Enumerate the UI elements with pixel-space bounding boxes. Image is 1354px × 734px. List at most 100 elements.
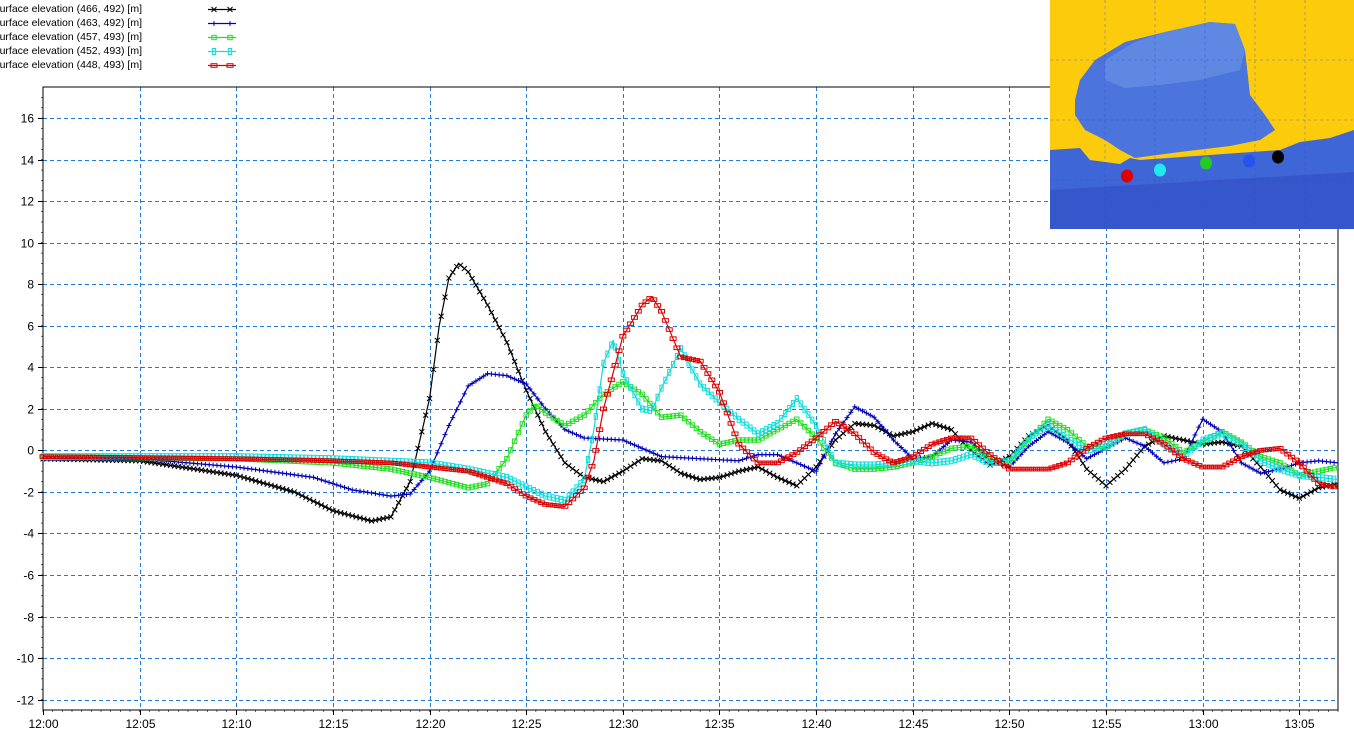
legend-swatch: [208, 6, 236, 13]
data-marker: [334, 482, 340, 488]
data-marker: [573, 468, 580, 475]
data-marker: [569, 465, 576, 472]
data-marker: [558, 453, 564, 460]
data-marker: [260, 468, 266, 474]
y-tick-label: 4: [27, 361, 34, 375]
data-marker: [395, 499, 402, 506]
legend: Surface elevation (466, 492) [m] Surface…: [0, 0, 260, 80]
y-tick-label: 16: [21, 112, 35, 126]
data-marker: [1165, 459, 1171, 465]
data-marker: [476, 288, 483, 295]
x-tick-label: 13:00: [1188, 717, 1218, 731]
y-tick-label: 12: [21, 195, 35, 209]
data-marker: [264, 468, 270, 474]
data-marker: [538, 420, 545, 427]
data-marker: [380, 492, 386, 498]
gauge-point-black: [1272, 150, 1284, 164]
data-marker: [330, 481, 336, 487]
data-marker: [349, 487, 355, 493]
data-marker: [465, 268, 472, 275]
data-marker: [227, 21, 233, 26]
y-tick-label: 6: [27, 320, 34, 334]
data-marker: [562, 460, 568, 466]
data-marker: [249, 466, 255, 472]
gauge-point-blue: [1243, 154, 1255, 168]
y-tick-label: -2: [23, 486, 34, 500]
data-marker: [473, 282, 479, 288]
data-marker: [511, 358, 518, 365]
data-marker: [446, 422, 452, 428]
data-marker: [550, 441, 557, 448]
data-marker: [1331, 459, 1337, 465]
data-marker: [740, 457, 746, 463]
data-marker: [403, 485, 410, 492]
data-marker: [1173, 457, 1179, 463]
x-tick-label: 12:40: [801, 717, 831, 731]
x-tick-label: 12:15: [318, 717, 348, 731]
legend-swatch: [208, 21, 236, 26]
legend-item[interactable]: Surface elevation (466, 492) [m]: [0, 2, 260, 16]
data-marker: [449, 269, 456, 276]
data-marker: [369, 490, 375, 496]
data-marker: [1192, 432, 1198, 438]
data-marker: [284, 471, 290, 477]
legend-item[interactable]: Surface elevation (448, 493) [m]: [0, 58, 260, 72]
inset-map: [1050, 0, 1354, 229]
x-tick-label: 12:05: [125, 717, 155, 731]
data-marker: [438, 441, 444, 447]
data-marker: [280, 470, 286, 476]
legend-label: Surface elevation (463, 492) [m]: [0, 17, 142, 29]
gauge-point-green: [1200, 156, 1212, 170]
data-marker: [237, 465, 243, 471]
data-marker: [268, 469, 274, 475]
data-marker: [504, 339, 510, 346]
y-tick-label: 8: [27, 278, 34, 292]
data-marker: [345, 486, 351, 492]
data-marker: [527, 395, 533, 402]
data-marker: [391, 506, 398, 513]
data-marker: [295, 472, 301, 478]
data-marker: [245, 466, 251, 472]
data-marker: [361, 489, 367, 495]
data-marker: [484, 302, 491, 308]
y-tick-label: -10: [17, 652, 35, 666]
data-marker: [322, 478, 328, 484]
x-tick-label: 12:30: [608, 717, 638, 731]
data-marker: [442, 432, 448, 438]
data-marker: [450, 415, 456, 421]
data-marker: [507, 349, 514, 355]
y-tick-label: 0: [27, 444, 34, 458]
data-marker: [276, 470, 282, 476]
legend-label: Surface elevation (457, 493) [m]: [0, 31, 142, 43]
y-tick-label: 2: [27, 403, 34, 417]
data-marker: [318, 477, 324, 483]
data-marker: [372, 491, 378, 497]
data-marker: [457, 399, 463, 405]
legend-swatch: [208, 34, 236, 41]
data-marker: [272, 469, 278, 475]
data-marker: [500, 332, 506, 338]
legend-item[interactable]: Surface elevation (452, 493) [m]: [0, 44, 260, 58]
legend-item[interactable]: Surface elevation (463, 492) [m]: [0, 16, 260, 30]
data-marker: [299, 473, 305, 479]
gauge-point-cyan: [1154, 163, 1166, 177]
series-1: [40, 262, 1339, 524]
legend-label: Surface elevation (448, 493) [m]: [0, 59, 142, 71]
data-marker: [546, 435, 553, 441]
data-marker: [469, 275, 475, 282]
data-marker: [1292, 461, 1298, 467]
x-tick-label: 12:25: [511, 717, 541, 731]
x-tick-label: 12:50: [994, 717, 1024, 731]
data-marker: [434, 450, 440, 456]
data-marker: [577, 471, 584, 478]
legend-label: Surface elevation (466, 492) [m]: [0, 3, 142, 15]
data-marker: [1196, 424, 1202, 430]
data-marker: [211, 21, 217, 26]
y-tick-label: 14: [21, 154, 35, 168]
data-marker: [287, 471, 293, 477]
data-marker: [515, 368, 522, 374]
x-tick-label: 12:35: [704, 717, 734, 731]
legend-item[interactable]: Surface elevation (457, 493) [m]: [0, 30, 260, 44]
y-tick-label: -8: [23, 611, 34, 625]
data-marker: [307, 474, 313, 480]
